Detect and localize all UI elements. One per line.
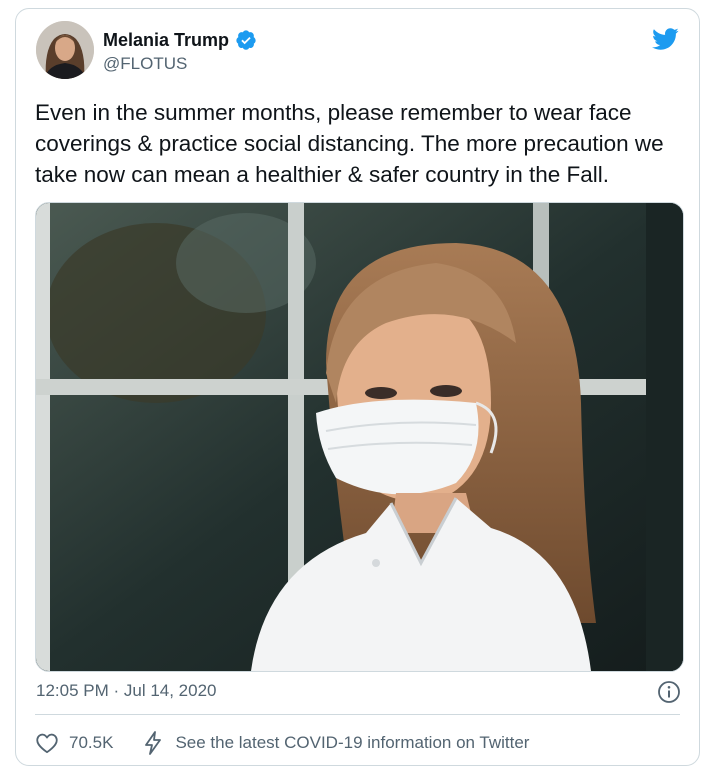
like-count: 70.5K bbox=[69, 733, 114, 752]
photo-illustration bbox=[36, 203, 683, 671]
info-icon[interactable] bbox=[657, 680, 681, 704]
heart-icon bbox=[36, 733, 58, 754]
like-button[interactable]: 70.5K bbox=[35, 731, 113, 755]
tweet-media-photo[interactable] bbox=[35, 202, 684, 672]
covid-info-label: See the latest COVID-19 information on T… bbox=[175, 733, 530, 752]
avatar[interactable] bbox=[36, 21, 94, 79]
author-handle[interactable]: @FLOTUS bbox=[103, 54, 187, 74]
author-display-name[interactable]: Melania Trump bbox=[103, 30, 229, 51]
author-name-row: Melania Trump bbox=[103, 29, 257, 51]
tweet-text: Even in the summer months, please rememb… bbox=[35, 100, 664, 187]
divider bbox=[35, 714, 680, 715]
verified-badge-icon bbox=[236, 30, 256, 50]
tweet-card: Melania Trump @FLOTUS Even in the summer… bbox=[15, 8, 700, 766]
avatar-photo bbox=[36, 21, 94, 79]
covid-info-link[interactable]: See the latest COVID-19 information on T… bbox=[143, 731, 529, 755]
tweet-timestamp[interactable]: 12:05 PM · Jul 14, 2020 bbox=[36, 681, 217, 701]
action-bar: 70.5K See the latest COVID-19 informatio… bbox=[35, 731, 529, 755]
lightning-icon bbox=[145, 731, 162, 755]
twitter-bird-icon[interactable] bbox=[649, 25, 681, 53]
